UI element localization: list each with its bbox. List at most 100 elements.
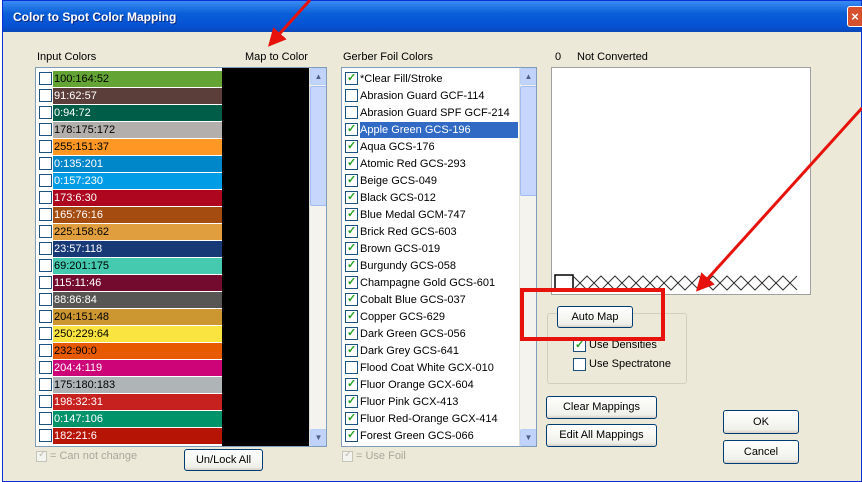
foil-color-row[interactable]: *Clear Fill/Stroke (342, 71, 519, 87)
foil-color-row[interactable]: Forest Green GCS-066 (342, 428, 519, 444)
foil-checkbox[interactable] (345, 89, 358, 102)
foil-checkbox[interactable] (345, 275, 358, 289)
foil-colors-scrollbar[interactable]: ▲ ▼ (519, 68, 536, 446)
input-colors-scrollbar[interactable]: ▲ ▼ (309, 68, 326, 446)
lock-checkbox[interactable] (39, 191, 52, 204)
foil-color-row[interactable]: Dark Grey GCS-641 (342, 343, 519, 359)
lock-checkbox[interactable] (39, 174, 52, 187)
foil-color-row[interactable]: Beige GCS-049 (342, 173, 519, 189)
foil-color-label: Copper GCS-629 (360, 311, 445, 323)
lock-checkbox[interactable] (39, 72, 52, 85)
lock-checkbox[interactable] (39, 225, 52, 238)
foil-checkbox[interactable] (345, 71, 358, 85)
foil-color-label: Dark Green GCS-056 (360, 328, 466, 340)
lock-checkbox[interactable] (39, 157, 52, 170)
lock-checkbox[interactable] (39, 242, 52, 255)
foil-checkbox[interactable] (345, 394, 358, 408)
foil-color-row[interactable]: Fluor Pink GCX-413 (342, 394, 519, 410)
lock-checkbox[interactable] (39, 429, 52, 442)
foil-checkbox[interactable] (345, 258, 358, 272)
map-to-color-column (222, 68, 310, 446)
foil-checkbox[interactable] (345, 326, 358, 340)
foil-checkbox[interactable] (345, 122, 358, 136)
foil-color-row[interactable]: Blue Medal GCM-747 (342, 207, 519, 223)
foil-colors-list[interactable]: Forest Green GCS-066 Fluor Red-Orange GCX… (341, 67, 537, 447)
foil-color-row[interactable]: Brown GCS-019 (342, 241, 519, 257)
lock-checkbox[interactable] (39, 208, 52, 221)
foil-checkbox[interactable] (345, 139, 358, 153)
foil-color-row[interactable]: Cobalt Blue GCS-037 (342, 292, 519, 308)
foil-checkbox[interactable] (345, 224, 358, 238)
lock-checkbox[interactable] (39, 259, 52, 272)
foil-color-row[interactable]: Fluor Orange GCX-604 (342, 377, 519, 393)
use-spectratone-checkbox[interactable] (573, 358, 586, 371)
scroll-thumb[interactable] (310, 86, 326, 206)
input-colors-list[interactable]: 182:21:6 0:147:106 198:32:31 175:180:183 204… (35, 67, 327, 447)
input-color-swatch: 115:11:46 (53, 275, 222, 291)
foil-color-row[interactable]: Fluor Red-Orange GCX-414 (342, 411, 519, 427)
input-color-swatch: 23:57:118 (53, 241, 222, 257)
foil-color-label: Atomic Red GCS-293 (360, 158, 466, 170)
foil-checkbox[interactable] (345, 411, 358, 425)
foil-color-row[interactable]: Brick Red GCS-603 (342, 224, 519, 240)
input-color-swatch: 69:201:175 (53, 258, 222, 274)
lock-checkbox[interactable] (39, 140, 52, 153)
lock-checkbox[interactable] (39, 310, 52, 323)
lock-checkbox[interactable] (39, 123, 52, 136)
foil-checkbox[interactable] (345, 106, 358, 119)
input-color-swatch: 88:86:84 (53, 292, 222, 308)
lock-checkbox[interactable] (39, 327, 52, 340)
clear-mappings-button[interactable]: Clear Mappings (546, 396, 657, 419)
lock-checkbox[interactable] (39, 293, 52, 306)
color-mapping-dialog: Color to Spot Color Mapping × Input Colo… (2, 0, 862, 482)
foil-checkbox[interactable] (345, 428, 358, 442)
foil-color-label: Brick Red GCS-603 (360, 226, 457, 238)
lock-checkbox[interactable] (39, 395, 52, 408)
ok-label: OK (753, 416, 769, 428)
scroll-up-icon[interactable]: ▲ (520, 68, 536, 85)
close-button[interactable]: × (847, 6, 862, 27)
foil-color-row[interactable]: Apple Green GCS-196 (342, 122, 519, 138)
foil-color-label: Flood Coat White GCX-010 (360, 362, 494, 374)
lock-checkbox[interactable] (39, 378, 52, 391)
lock-checkbox[interactable] (39, 106, 52, 119)
foil-checkbox[interactable] (345, 156, 358, 170)
foil-checkbox[interactable] (345, 190, 358, 204)
foil-color-row[interactable]: Dark Green GCS-056 (342, 326, 519, 342)
unlock-all-button[interactable]: Un/Lock All (184, 449, 263, 471)
scroll-thumb[interactable] (520, 86, 536, 196)
foil-checkbox[interactable] (345, 309, 358, 323)
lock-checkbox[interactable] (39, 344, 52, 357)
lock-checkbox[interactable] (39, 412, 52, 425)
foil-color-row[interactable]: Copper GCS-629 (342, 309, 519, 325)
scroll-down-icon[interactable]: ▼ (520, 429, 536, 446)
preview-pattern (554, 274, 798, 292)
lock-checkbox[interactable] (39, 276, 52, 289)
foil-color-row[interactable]: Burgundy GCS-058 (342, 258, 519, 274)
foil-color-row[interactable]: Aqua GCS-176 (342, 139, 519, 155)
input-color-swatch: 0:135:201 (53, 156, 222, 172)
foil-color-row[interactable]: Champagne Gold GCS-601 (342, 275, 519, 291)
lock-checkbox[interactable] (39, 361, 52, 374)
input-color-swatch: 250:229:64 (53, 326, 222, 342)
foil-checkbox[interactable] (345, 343, 358, 357)
foil-color-row[interactable]: Black GCS-012 (342, 190, 519, 206)
ok-button[interactable]: OK (723, 410, 799, 434)
scroll-up-icon[interactable]: ▲ (310, 68, 326, 85)
lock-checkbox[interactable] (39, 89, 52, 102)
foil-checkbox[interactable] (345, 173, 358, 187)
cancel-button[interactable]: Cancel (723, 440, 799, 464)
foil-color-row[interactable]: Abrasion Guard SPF GCF-214 (342, 105, 519, 121)
input-color-swatch: 0:157:230 (53, 173, 222, 189)
foil-color-row[interactable]: Atomic Red GCS-293 (342, 156, 519, 172)
foil-checkbox[interactable] (345, 361, 358, 374)
foil-color-row[interactable]: Flood Coat White GCX-010 (342, 360, 519, 376)
edit-all-mappings-button[interactable]: Edit All Mappings (546, 424, 657, 447)
foil-checkbox[interactable] (345, 207, 358, 221)
foil-checkbox[interactable] (345, 241, 358, 255)
foil-checkbox[interactable] (345, 377, 358, 391)
foil-checkbox[interactable] (345, 292, 358, 306)
foil-color-row[interactable]: Abrasion Guard GCF-114 (342, 88, 519, 104)
scroll-down-icon[interactable]: ▼ (310, 429, 326, 446)
foil-color-label: Cobalt Blue GCS-037 (360, 294, 466, 306)
